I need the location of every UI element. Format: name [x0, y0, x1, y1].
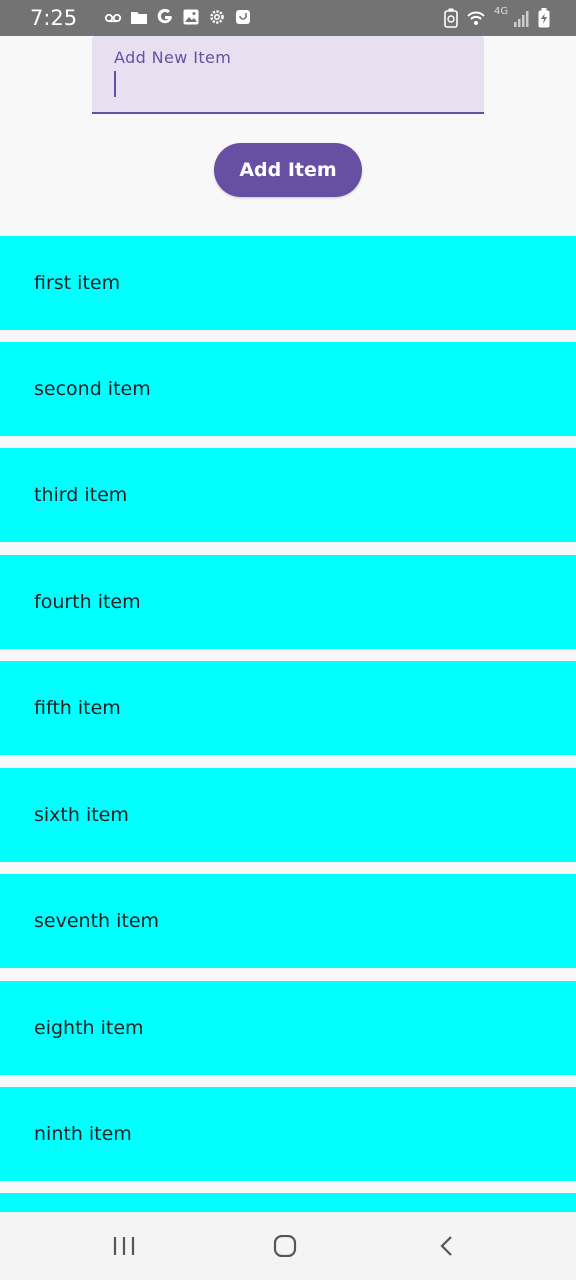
add-item-input[interactable]: Add New Item [92, 36, 484, 114]
list-item-label: second item [34, 378, 151, 400]
4g-signal-icon: 4G [494, 6, 530, 28]
list-item-label: fifth item [34, 697, 121, 719]
back-icon[interactable] [436, 1235, 458, 1257]
list-item[interactable] [0, 1193, 576, 1212]
battery-saver-icon [444, 8, 458, 28]
battery-charging-icon [538, 8, 550, 28]
status-bar: 7:25 4G [0, 0, 576, 36]
google-icon [157, 8, 172, 24]
list-item-label: seventh item [34, 910, 160, 932]
navigation-bar [0, 1212, 576, 1280]
input-label: Add New Item [114, 48, 232, 67]
list-item-label: eighth item [34, 1017, 144, 1039]
home-icon[interactable] [273, 1235, 297, 1257]
list-item-label: fourth item [34, 591, 141, 613]
list-item[interactable]: sixth item [0, 768, 576, 862]
text-cursor [114, 71, 116, 97]
list-item[interactable]: first item [0, 236, 576, 330]
list-item[interactable]: fifth item [0, 661, 576, 755]
add-item-button[interactable]: Add Item [214, 143, 362, 197]
list-item[interactable]: seventh item [0, 874, 576, 968]
folder-icon [131, 12, 147, 24]
list-item-label: first item [34, 272, 121, 294]
app-icon [236, 10, 250, 24]
image-icon [183, 9, 199, 25]
list-item[interactable]: third item [0, 448, 576, 542]
wifi-icon [467, 11, 485, 25]
list-item-label: third item [34, 484, 128, 506]
list-item[interactable]: fourth item [0, 555, 576, 649]
voicemail-icon [104, 13, 122, 23]
list-item-label: ninth item [34, 1123, 132, 1145]
item-list[interactable]: first item second item third item fourth… [0, 236, 576, 1212]
recents-icon[interactable] [112, 1235, 136, 1257]
settings-icon [210, 10, 224, 24]
list-item[interactable]: eighth item [0, 981, 576, 1075]
status-left-icons [104, 8, 252, 26]
list-item-label: sixth item [34, 804, 129, 826]
list-item[interactable]: ninth item [0, 1087, 576, 1181]
list-item[interactable]: second item [0, 342, 576, 436]
status-time: 7:25 [30, 6, 78, 30]
status-right-icons: 4G [444, 6, 550, 28]
